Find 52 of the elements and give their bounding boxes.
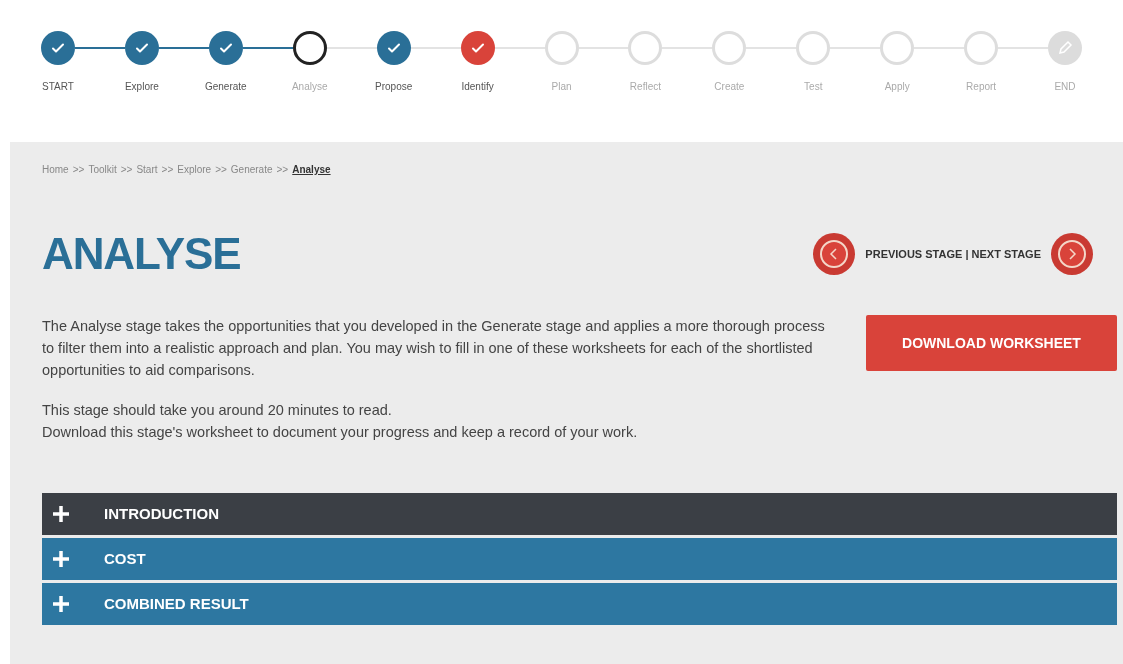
- breadcrumb-link[interactable]: Start: [136, 162, 158, 177]
- step-label: Create: [714, 80, 745, 94]
- page-title: ANALYSE: [42, 228, 241, 280]
- breadcrumb-separator: >>: [120, 163, 133, 177]
- step-label: Analyse: [291, 80, 328, 94]
- breadcrumb-link[interactable]: Home: [42, 162, 69, 177]
- breadcrumb-link[interactable]: Generate: [230, 162, 273, 177]
- check-icon: [386, 41, 401, 55]
- plus-icon: [52, 595, 70, 613]
- pencil-icon: [1057, 40, 1074, 56]
- breadcrumb-separator: >>: [161, 163, 174, 177]
- check-icon: [470, 41, 485, 55]
- info-text: Download this stage's worksheet to document your progress and keep a record of your work.: [42, 423, 639, 442]
- completed-step[interactable]: [376, 31, 411, 65]
- accordion-header[interactable]: COST: [42, 538, 1117, 580]
- step-label: END: [1054, 80, 1076, 94]
- step-label: Propose: [375, 80, 413, 94]
- breadcrumb-link[interactable]: Explore: [177, 162, 212, 177]
- step-label: START: [42, 80, 74, 94]
- step-label: Apply: [884, 80, 910, 94]
- check-icon: [134, 41, 149, 55]
- chevron-left-icon: [819, 239, 850, 269]
- completed-step[interactable]: [460, 31, 495, 65]
- breadcrumb-separator: >>: [276, 163, 289, 177]
- stage-navigation-text: PREVIOUS STAGE | NEXT STAGE: [865, 246, 1041, 262]
- download-worksheet-button[interactable]: DOWNLOAD WORKSHEET: [866, 315, 1117, 371]
- breadcrumb-separator: >>: [72, 163, 85, 177]
- step-label: Report: [966, 80, 997, 94]
- check-icon: [50, 41, 65, 55]
- breadcrumb-link[interactable]: Toolkit: [88, 162, 117, 177]
- step-label: Generate: [204, 80, 247, 94]
- current-step[interactable]: [292, 31, 327, 65]
- breadcrumb-link[interactable]: Analyse: [292, 162, 331, 177]
- completed-step[interactable]: [124, 31, 159, 65]
- accordion-header[interactable]: INTRODUCTION: [42, 493, 1117, 535]
- step-label: Plan: [551, 80, 572, 94]
- plus-icon: [52, 505, 70, 523]
- chevron-right-icon: [1057, 239, 1087, 269]
- previous-stage-button[interactable]: [813, 233, 856, 275]
- completed-step[interactable]: [208, 31, 243, 65]
- step-label: Identify: [461, 80, 494, 94]
- check-icon: [218, 41, 233, 55]
- intro-paragraph: The Analyse stage takes the opportunities that you developed in the Generate stage and applies a more thorough process to filter them into a realistic approach and plan. You may wish to fill in one of these worksheets for each of the shortlisted opportunities to aid comparisons.: [42, 317, 826, 380]
- step-label: Reflect: [629, 80, 661, 94]
- next-stage-button[interactable]: [1051, 233, 1093, 275]
- info-text: This stage should take you around 20 minutes to read.: [42, 401, 393, 420]
- completed-step[interactable]: [40, 31, 75, 65]
- breadcrumb-separator: >>: [215, 163, 227, 177]
- accordion-header[interactable]: COMBINED RESULT: [42, 583, 1117, 625]
- plus-icon: [52, 550, 70, 568]
- step-label: Test: [804, 80, 823, 94]
- step-label: Explore: [124, 80, 159, 94]
